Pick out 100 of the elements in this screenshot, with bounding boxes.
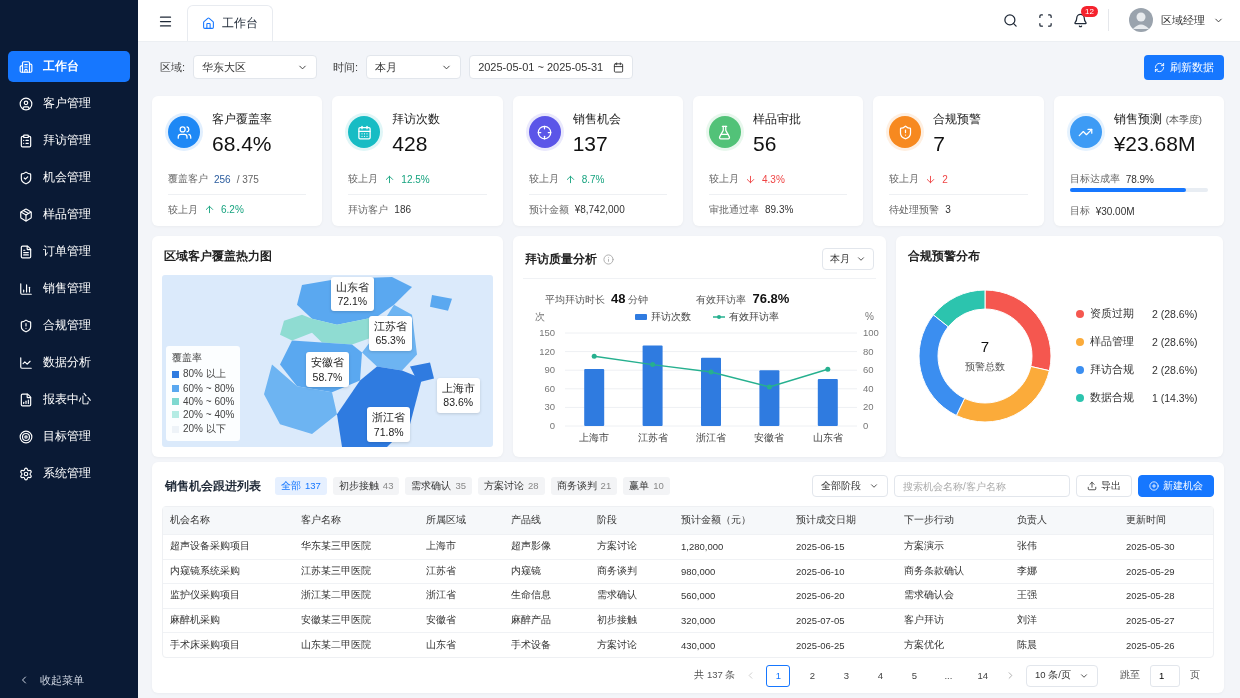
search-field[interactable]: 搜索机会名称/客户名称 <box>894 475 1070 497</box>
sidebar-item[interactable]: 样品管理 <box>8 199 130 230</box>
column-header: 产品线 <box>504 507 590 534</box>
export-button[interactable]: 导出 <box>1076 475 1132 497</box>
sidebar-item[interactable]: 订单管理 <box>8 236 130 267</box>
trend-value: 12.5% <box>401 173 430 185</box>
new-opportunity-button[interactable]: 新建机会 <box>1138 475 1214 497</box>
table-cell: 2025-05-30 <box>1119 534 1213 559</box>
page-size-select[interactable]: 10 条/页 <box>1026 664 1098 687</box>
notification-badge: 12 <box>1081 5 1098 17</box>
time-select[interactable]: 本月 <box>366 55 462 79</box>
legend-item: 有效拜访率 <box>712 311 779 322</box>
table-cell: 2025-06-10 <box>789 558 897 584</box>
kpi-title: 拜访次数 <box>392 112 441 127</box>
table-cell: 超声设备采购项目 <box>163 534 294 559</box>
avatar <box>1129 8 1153 32</box>
stage-filter-tab[interactable]: 全部 137 <box>275 477 327 495</box>
menu-icon[interactable] <box>158 14 173 29</box>
refresh-icon <box>1154 61 1165 73</box>
legend-label: 40% ~ 60% <box>183 396 235 407</box>
kpi-value: 56 <box>753 132 778 156</box>
sidebar-item[interactable]: 工作台 <box>8 51 130 82</box>
page-suffix: 页 <box>1190 669 1200 683</box>
table-cell: 方案讨论 <box>590 534 674 559</box>
calendar-icon <box>356 124 372 140</box>
table-cell: 王强 <box>1010 583 1119 608</box>
flask-icon <box>717 124 733 140</box>
sidebar-item[interactable]: 机会管理 <box>8 162 130 193</box>
region-select[interactable]: 华东大区 <box>193 55 318 79</box>
column-header: 客户名称 <box>294 507 419 534</box>
table-cell: 山东省 <box>419 632 504 657</box>
home-icon <box>202 17 215 30</box>
stat-value: 78.9% <box>1125 173 1154 185</box>
table-cell: 手术床采购项目 <box>163 632 294 657</box>
shield-icon <box>19 318 33 333</box>
sidebar-item[interactable]: 销售管理 <box>8 273 130 304</box>
kpi-value: 68.4% <box>212 132 272 156</box>
sidebar-item[interactable]: 数据分析 <box>8 347 130 378</box>
stat-label: 较上月 <box>709 172 739 186</box>
calendar-icon <box>613 61 625 73</box>
date-range-field[interactable]: 2025-05-01 ~ 2025-05-31 <box>469 55 634 79</box>
stage-filter-tab[interactable]: 需求确认 35 <box>405 477 472 495</box>
report-icon <box>19 392 33 407</box>
table-cell: 商务条款确认 <box>897 558 1010 584</box>
stage-filter-tab[interactable]: 方案讨论 28 <box>478 477 545 495</box>
table-cell: 2025-05-28 <box>1119 583 1213 608</box>
page-jump-field[interactable]: 1 <box>1150 664 1180 687</box>
users-icon <box>176 124 192 140</box>
table-cell: 客户拜访 <box>897 607 1010 633</box>
trend-value: 2 <box>942 173 948 185</box>
tick-label: 60 <box>544 382 555 394</box>
sidebar-item[interactable]: 客户管理 <box>8 88 130 119</box>
legend-label: 资质过期 <box>1090 307 1135 321</box>
stat-label: 较上月 <box>348 172 379 186</box>
bell-icon[interactable] <box>1073 12 1088 28</box>
sidebar-item[interactable]: 系统管理 <box>8 458 130 489</box>
package-icon <box>19 207 33 222</box>
stat-total: / 375 <box>236 173 259 185</box>
table-cell: 需求确认 <box>590 583 674 608</box>
column-header: 所属区域 <box>419 507 504 534</box>
sidebar-item[interactable]: 拜访管理 <box>8 125 130 156</box>
line-chart-icon <box>19 355 33 370</box>
legend-label: 80% 以上 <box>183 367 226 381</box>
search-icon[interactable] <box>1003 12 1018 28</box>
region-name: 江苏省 <box>373 319 407 334</box>
column-header: 负责人 <box>1010 507 1119 534</box>
stat-value: ¥30.00M <box>1095 205 1135 217</box>
line-point <box>708 369 714 375</box>
page-tab[interactable]: 工作台 <box>187 5 273 41</box>
donut-total: 7 <box>980 338 990 355</box>
stage-select[interactable]: 全部阶段 <box>812 475 888 497</box>
legend-label: 拜访次数 <box>651 311 691 322</box>
category-label: 浙江省 <box>696 432 726 443</box>
stage-filter-tab[interactable]: 赢单 10 <box>623 477 670 495</box>
settings-icon <box>19 466 33 481</box>
panel-title: 合规预警分布 <box>908 248 980 265</box>
page-button[interactable]: 1 <box>766 664 791 687</box>
stage-filter-tab[interactable]: 初步接触 43 <box>332 477 400 495</box>
table-cell: 浙江省 <box>419 583 504 608</box>
table-cell: 麻醉机采购 <box>163 607 294 633</box>
sidebar-item[interactable]: 报表中心 <box>8 384 130 415</box>
refresh-button[interactable]: 刷新数据 <box>1144 54 1224 80</box>
bar <box>759 370 780 426</box>
user-name[interactable]: 区域经理 <box>1161 12 1205 28</box>
sidebar-item[interactable]: 目标管理 <box>8 421 130 452</box>
legend-label: 有效拜访率 <box>729 311 779 322</box>
collapse-menu-button[interactable]: 收起菜单 <box>8 662 130 698</box>
tick-label: 120 <box>539 345 555 357</box>
bar-chart-icon <box>19 281 33 296</box>
filter-label: 区域: <box>160 59 186 75</box>
kpi-title: 销售机会 <box>572 112 621 127</box>
sidebar-item[interactable]: 合规管理 <box>8 310 130 341</box>
bar <box>817 378 838 426</box>
fullscreen-icon[interactable] <box>1038 12 1053 28</box>
stat-value: 186 <box>394 204 411 215</box>
trend-value: 4.3% <box>762 173 785 185</box>
filter-label: 时间: <box>333 59 359 75</box>
period-select[interactable]: 本月 <box>822 248 874 270</box>
table-cell: 安徽省 <box>419 607 504 633</box>
stage-filter-tab[interactable]: 商务谈判 21 <box>550 477 618 495</box>
